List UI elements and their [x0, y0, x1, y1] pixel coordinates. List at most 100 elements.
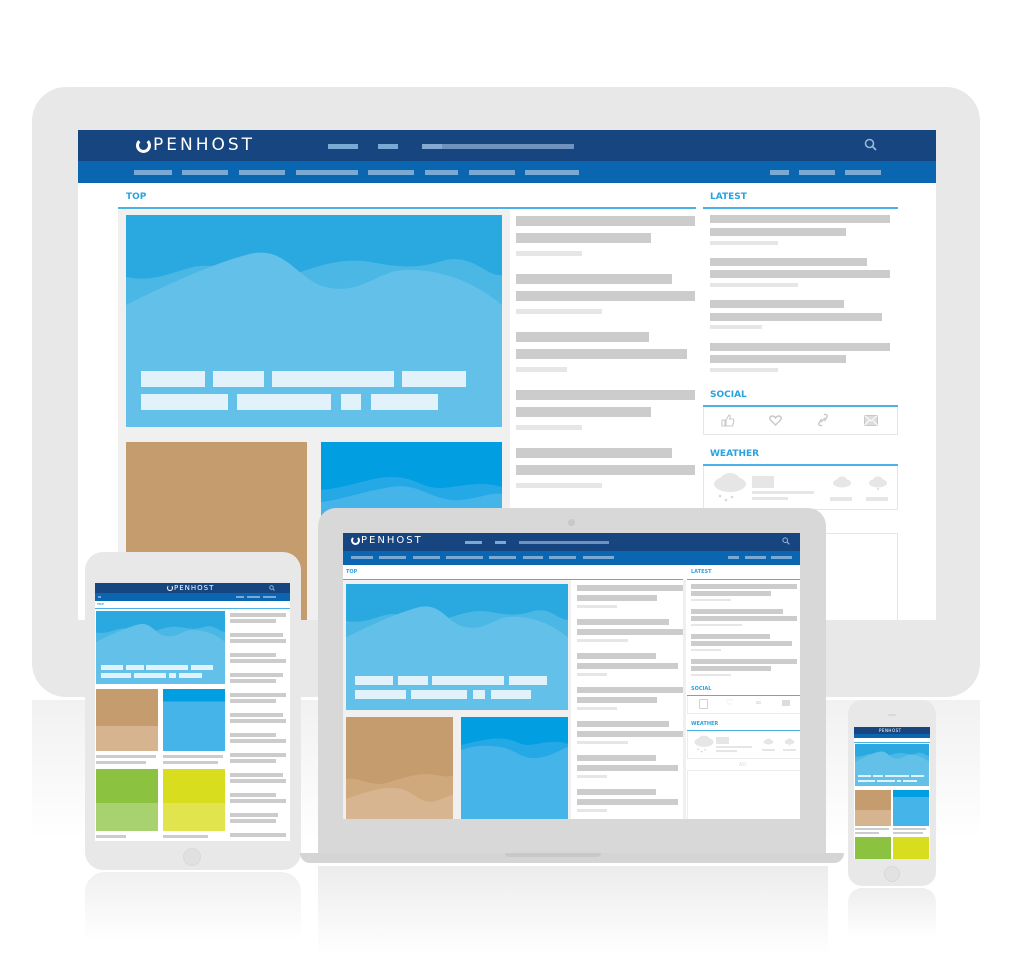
list-item[interactable] — [516, 274, 672, 284]
mail-icon[interactable] — [864, 415, 878, 426]
phone-home-button[interactable] — [884, 866, 900, 882]
list-item[interactable] — [516, 448, 672, 458]
nav-item[interactable] — [523, 556, 543, 559]
nav-item[interactable] — [296, 170, 358, 175]
tile-waves — [346, 774, 453, 819]
social-box: ♡ ∞ — [687, 696, 800, 714]
tablet-home-button[interactable] — [183, 848, 201, 866]
list-item[interactable] — [230, 753, 286, 757]
site-logo[interactable]: PENHOST — [351, 535, 423, 546]
nav-item[interactable] — [368, 170, 414, 175]
article-tile-blue[interactable] — [461, 717, 568, 819]
nav-item[interactable] — [583, 556, 614, 559]
thumbs-up-icon[interactable] — [721, 414, 735, 427]
nav-item[interactable] — [134, 170, 172, 175]
list-item[interactable] — [691, 634, 770, 639]
section-title-latest: LATEST — [710, 192, 747, 202]
list-item[interactable] — [230, 773, 283, 777]
nav-item[interactable] — [239, 170, 285, 175]
article-tile-blue[interactable] — [893, 790, 929, 826]
list-item[interactable] — [710, 300, 844, 308]
heart-icon[interactable] — [769, 415, 782, 426]
mail-icon[interactable] — [782, 700, 790, 706]
section-title-weather: WEATHER — [710, 449, 760, 459]
nav-item[interactable] — [489, 556, 516, 559]
list-item[interactable] — [516, 390, 695, 400]
site-logo[interactable]: PENHOST — [167, 584, 214, 592]
nav-item[interactable] — [770, 170, 789, 175]
nav-item[interactable] — [745, 556, 766, 559]
list-item[interactable] — [230, 713, 283, 717]
article-tile-tan[interactable] — [855, 790, 891, 826]
hero-article[interactable] — [96, 611, 225, 684]
list-item[interactable] — [710, 343, 890, 351]
header-link[interactable] — [378, 144, 398, 149]
menu-icon[interactable] — [98, 596, 101, 598]
nav-item[interactable] — [236, 596, 244, 598]
nav-item[interactable] — [247, 596, 260, 598]
nav-item[interactable] — [351, 556, 373, 559]
search-input[interactable] — [519, 541, 609, 544]
heart-icon[interactable]: ♡ — [726, 698, 733, 708]
list-item[interactable] — [230, 673, 283, 677]
hero-article[interactable] — [126, 215, 502, 427]
search-icon[interactable] — [864, 138, 878, 152]
list-item[interactable] — [691, 609, 783, 614]
nav-item[interactable] — [425, 170, 458, 175]
hero-article[interactable] — [855, 744, 929, 786]
list-item[interactable] — [577, 687, 683, 693]
nav-item[interactable] — [379, 556, 406, 559]
article-tile-yellow[interactable] — [163, 769, 225, 831]
article-tile-blue[interactable] — [163, 689, 225, 751]
list-item[interactable] — [230, 653, 276, 657]
list-item[interactable] — [691, 584, 797, 589]
list-item[interactable] — [230, 613, 286, 617]
list-item[interactable] — [577, 789, 656, 795]
phone-speaker — [888, 714, 896, 716]
list-item[interactable] — [230, 733, 276, 737]
header-link[interactable] — [328, 144, 358, 149]
nav-item[interactable] — [845, 170, 881, 175]
list-item[interactable] — [577, 585, 683, 591]
list-item[interactable] — [710, 258, 867, 266]
thumbs-up-icon[interactable] — [699, 699, 708, 709]
nav-item[interactable] — [728, 556, 739, 559]
nav-item[interactable] — [182, 170, 228, 175]
search-input[interactable] — [422, 144, 574, 149]
header-link[interactable] — [465, 541, 482, 544]
nav-item[interactable] — [469, 170, 515, 175]
nav-item[interactable] — [799, 170, 835, 175]
header-link[interactable] — [495, 541, 506, 544]
article-tile-green[interactable] — [855, 837, 891, 859]
list-item[interactable] — [230, 813, 278, 817]
list-item[interactable] — [691, 659, 797, 664]
nav-item[interactable] — [549, 556, 576, 559]
nav-item[interactable] — [771, 556, 792, 559]
search-icon[interactable] — [269, 585, 275, 591]
site-logo[interactable]: PENHOST — [136, 135, 255, 155]
nav-item[interactable] — [525, 170, 579, 175]
list-item[interactable] — [230, 833, 286, 837]
list-item[interactable] — [516, 332, 649, 342]
article-tile-tan[interactable] — [346, 717, 453, 819]
article-tile-tan[interactable] — [96, 689, 158, 751]
hero-article[interactable] — [346, 584, 568, 710]
nav-item[interactable] — [446, 556, 483, 559]
nav-item[interactable] — [413, 556, 440, 559]
list-item[interactable] — [230, 633, 283, 637]
article-tile-yellow[interactable] — [893, 837, 929, 859]
site-logo[interactable]: PENHOST — [879, 727, 902, 734]
nav-item[interactable] — [263, 596, 276, 598]
search-icon[interactable] — [782, 537, 790, 545]
list-item[interactable] — [577, 721, 669, 727]
list-item[interactable] — [710, 215, 890, 223]
link-icon[interactable] — [817, 413, 829, 427]
list-item[interactable] — [230, 693, 286, 697]
list-item[interactable] — [516, 216, 695, 226]
article-tile-green[interactable] — [96, 769, 158, 831]
list-item[interactable] — [577, 619, 669, 625]
list-item[interactable] — [577, 653, 656, 659]
link-icon[interactable]: ∞ — [755, 698, 762, 708]
list-item[interactable] — [577, 755, 656, 761]
list-item[interactable] — [230, 793, 276, 797]
